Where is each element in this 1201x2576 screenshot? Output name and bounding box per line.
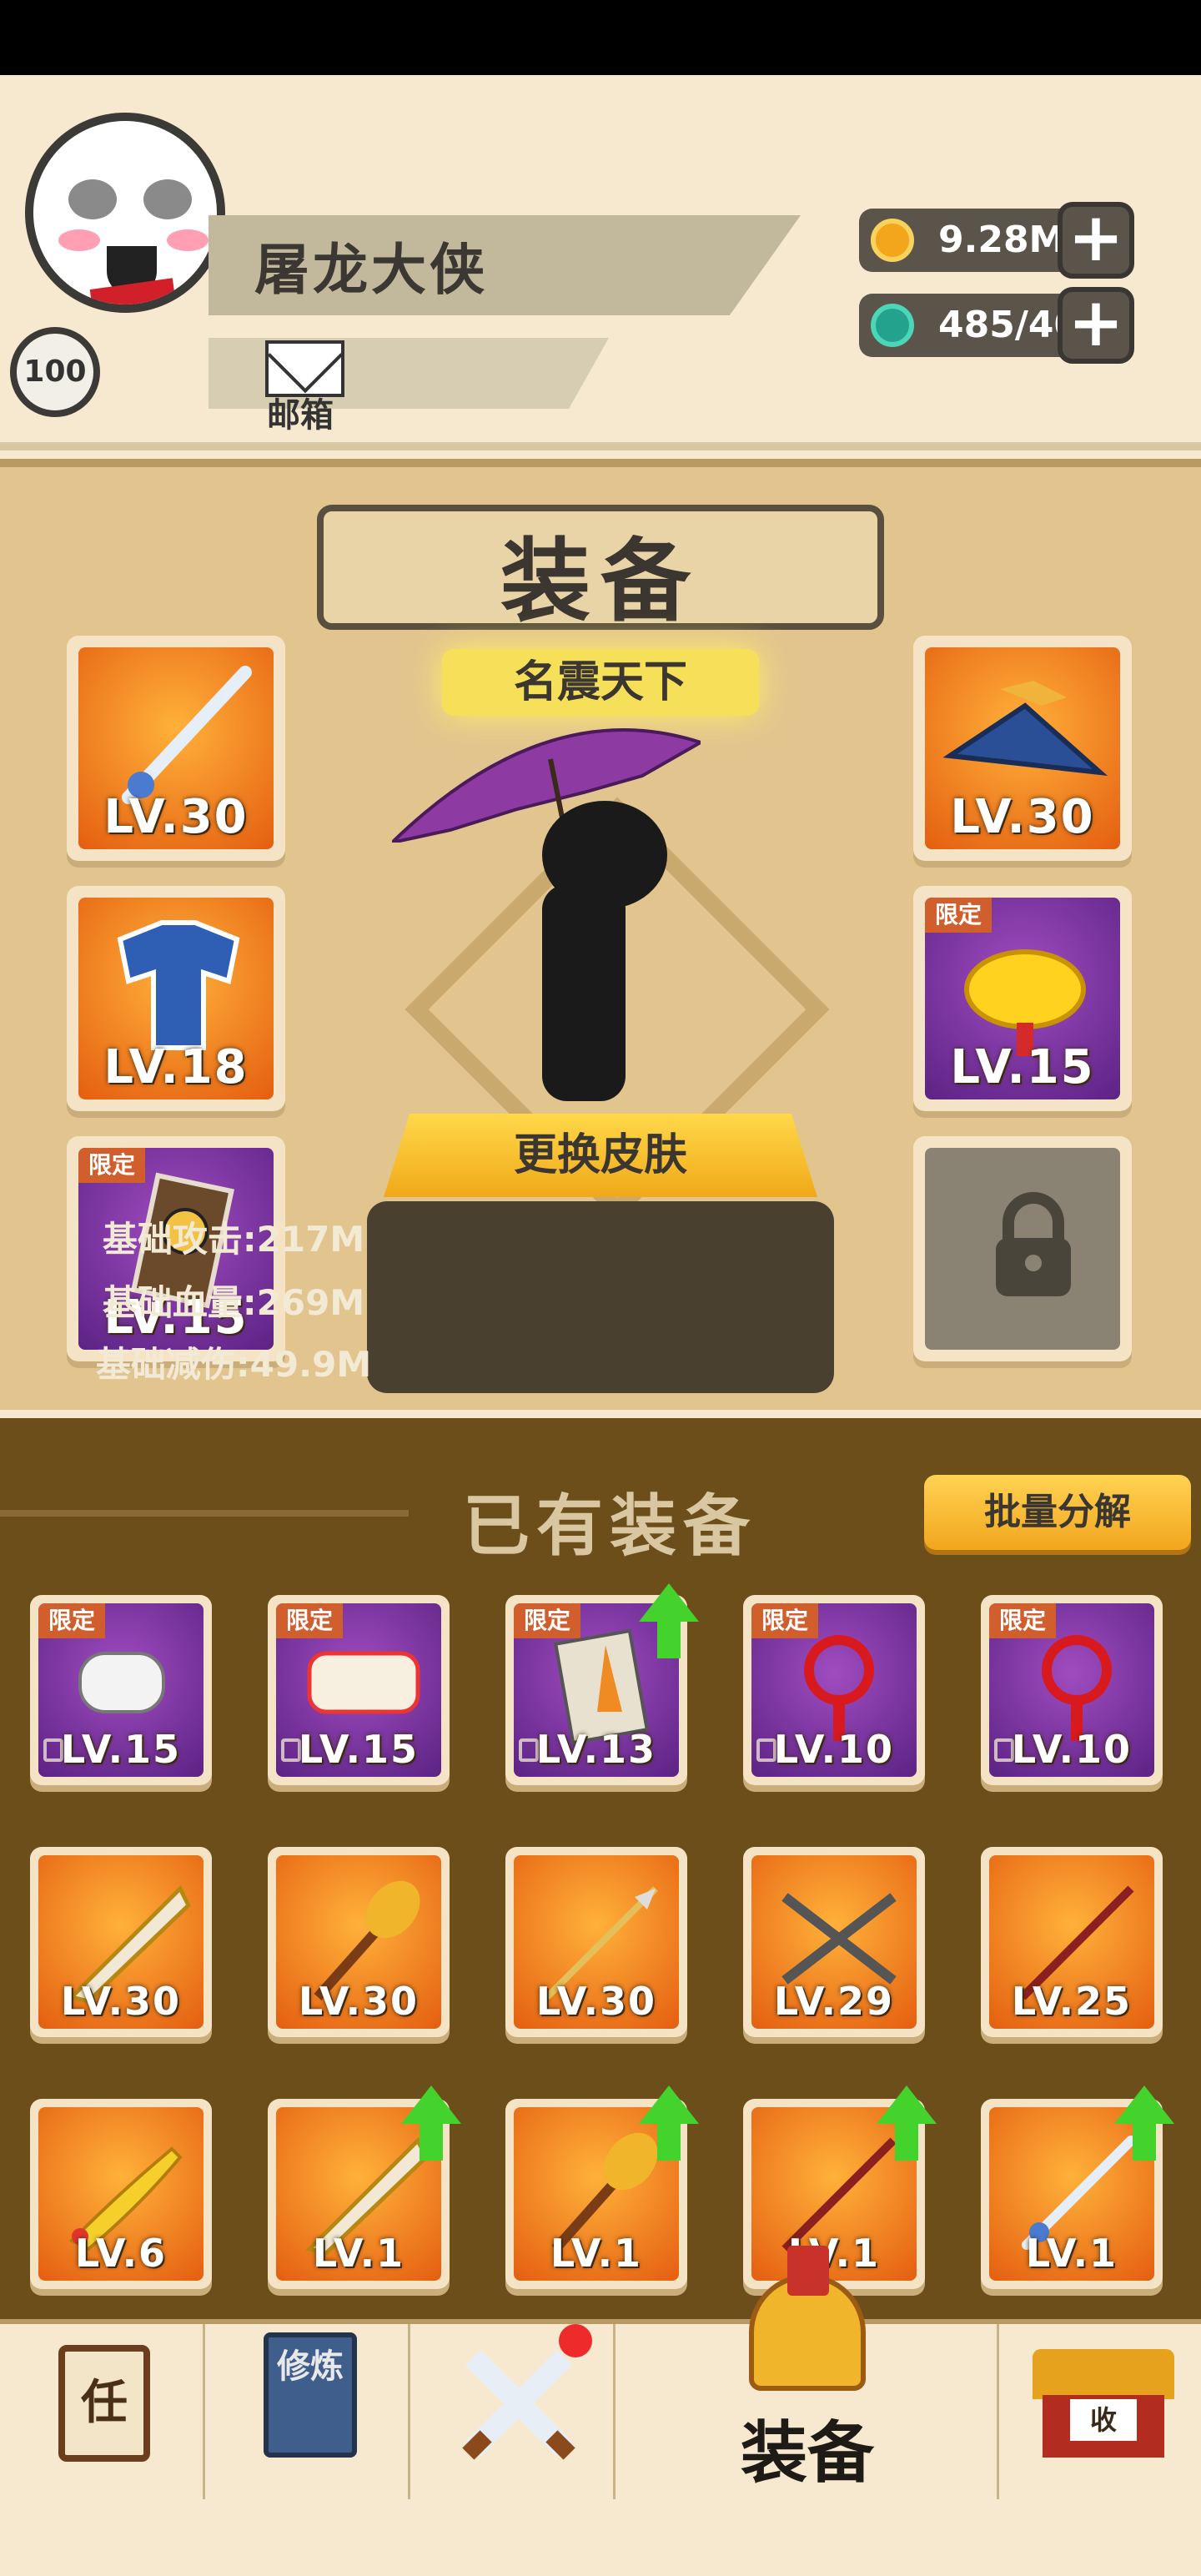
inventory-item[interactable]: 限定 LV.10 <box>981 1595 1163 1785</box>
item-level: LV.1 <box>550 2231 643 2276</box>
add-gold-button[interactable]: + <box>1058 202 1134 279</box>
change-skin-button[interactable]: 更换皮肤 <box>384 1114 817 1197</box>
upgrade-arrow-icon <box>639 1583 699 1658</box>
inventory-item[interactable]: LV.6 <box>30 2099 212 2289</box>
item-level: LV.6 <box>74 2231 168 2276</box>
crossed-swords-icon <box>462 2349 575 2460</box>
item-level: LV.25 <box>1011 1979 1133 2024</box>
nav-battle[interactable] <box>410 2324 616 2499</box>
add-gem-button[interactable]: + <box>1058 287 1134 364</box>
item-level: LV.1 <box>312 2231 405 2276</box>
equip-slot-weapon[interactable]: LV.30 <box>67 636 285 861</box>
gold-value: 9.28M <box>938 219 1066 261</box>
avatar-eye <box>143 179 192 219</box>
item-level: LV.13 <box>535 1727 657 1772</box>
gem-counter: 485/40 + <box>859 287 1134 364</box>
avatar-blush <box>58 229 100 251</box>
equip-level: LV.15 <box>950 1040 1095 1094</box>
inventory-item[interactable]: 限定 LV.15 <box>268 1595 450 1785</box>
divider <box>0 1510 409 1517</box>
bulk-disassemble-button[interactable]: 批量分解 <box>924 1475 1191 1550</box>
upgrade-arrow-icon <box>1114 2085 1174 2161</box>
helmet-icon <box>749 2246 866 2391</box>
stat-attack: 基础攻击:217M <box>102 1219 365 1260</box>
inventory-item[interactable]: LV.25 <box>981 1847 1163 2037</box>
equip-slot-armor[interactable]: LV.18 <box>67 886 285 1111</box>
notification-dot <box>559 2324 592 2357</box>
inventory-item[interactable]: 限定 LV.10 <box>743 1595 925 1785</box>
item-level: LV.30 <box>298 1979 420 2024</box>
inventory-title: 已有装备 <box>463 1487 756 1565</box>
avatar-blush <box>167 229 209 251</box>
item-level: LV.10 <box>1011 1727 1133 1772</box>
avatar-eye <box>68 179 117 219</box>
upgrade-arrow-icon <box>877 2085 937 2161</box>
scroll-icon: 任 <box>58 2345 150 2462</box>
character-body <box>542 884 626 1101</box>
fame-title-badge[interactable]: 名震天下 <box>442 649 759 716</box>
panel-title: 装备 <box>500 530 701 634</box>
shop-sign: 收 <box>1070 2399 1137 2441</box>
stat-defense: 基础减伤:49.9M <box>95 1344 372 1385</box>
lock-icon <box>996 1192 1071 1296</box>
inventory-item[interactable]: 限定 LV.15 <box>30 1595 212 1785</box>
item-level: LV.1 <box>787 2231 881 2276</box>
mail-label[interactable]: 邮箱 <box>267 388 334 436</box>
inventory-item[interactable]: LV.29 <box>743 1847 925 2037</box>
equip-level: LV.30 <box>950 790 1095 844</box>
item-level: LV.15 <box>298 1727 420 1772</box>
equip-slot-hat[interactable]: LV.30 <box>913 636 1132 861</box>
item-level: LV.10 <box>773 1727 895 1772</box>
gold-counter: 9.28M + <box>859 202 1134 279</box>
avatar[interactable] <box>25 113 225 313</box>
equip-slot-charm[interactable]: 限定 LV.15 <box>913 886 1132 1111</box>
equip-level: LV.18 <box>103 1040 249 1094</box>
player-level-badge: 100 <box>10 327 100 417</box>
item-level: LV.1 <box>1025 2231 1118 2276</box>
nav-equipment-label: 装备 <box>741 2414 874 2492</box>
nav-equipment[interactable]: 装备 <box>616 2246 999 2499</box>
item-level: LV.15 <box>60 1727 182 1772</box>
equip-slot-locked[interactable] <box>913 1136 1132 1361</box>
nav-tasks[interactable]: 任 <box>0 2324 205 2499</box>
upgrade-arrow-icon <box>401 2085 461 2161</box>
upgrade-arrow-icon <box>639 2085 699 2161</box>
item-level: LV.29 <box>773 1979 895 2024</box>
equip-level: LV.30 <box>103 790 249 844</box>
shop-icon: 收 <box>1033 2349 1174 2458</box>
inventory-item[interactable]: LV.30 <box>505 1847 687 2037</box>
book-icon: 修炼 <box>264 2332 357 2458</box>
nav-shop[interactable]: 收 <box>999 2324 1201 2499</box>
gem-icon <box>871 304 914 347</box>
player-name: 屠龙大侠 <box>254 238 488 302</box>
nav-cultivate[interactable]: 修炼 <box>205 2324 410 2499</box>
inventory-item[interactable]: LV.30 <box>30 1847 212 2037</box>
stat-hp: 基础血量:269M <box>102 1282 365 1323</box>
item-level: LV.30 <box>60 1979 182 2024</box>
inventory-item[interactable]: LV.30 <box>268 1847 450 2037</box>
status-bar <box>0 0 1201 75</box>
coin-icon <box>871 219 914 262</box>
item-level: LV.30 <box>535 1979 657 2024</box>
